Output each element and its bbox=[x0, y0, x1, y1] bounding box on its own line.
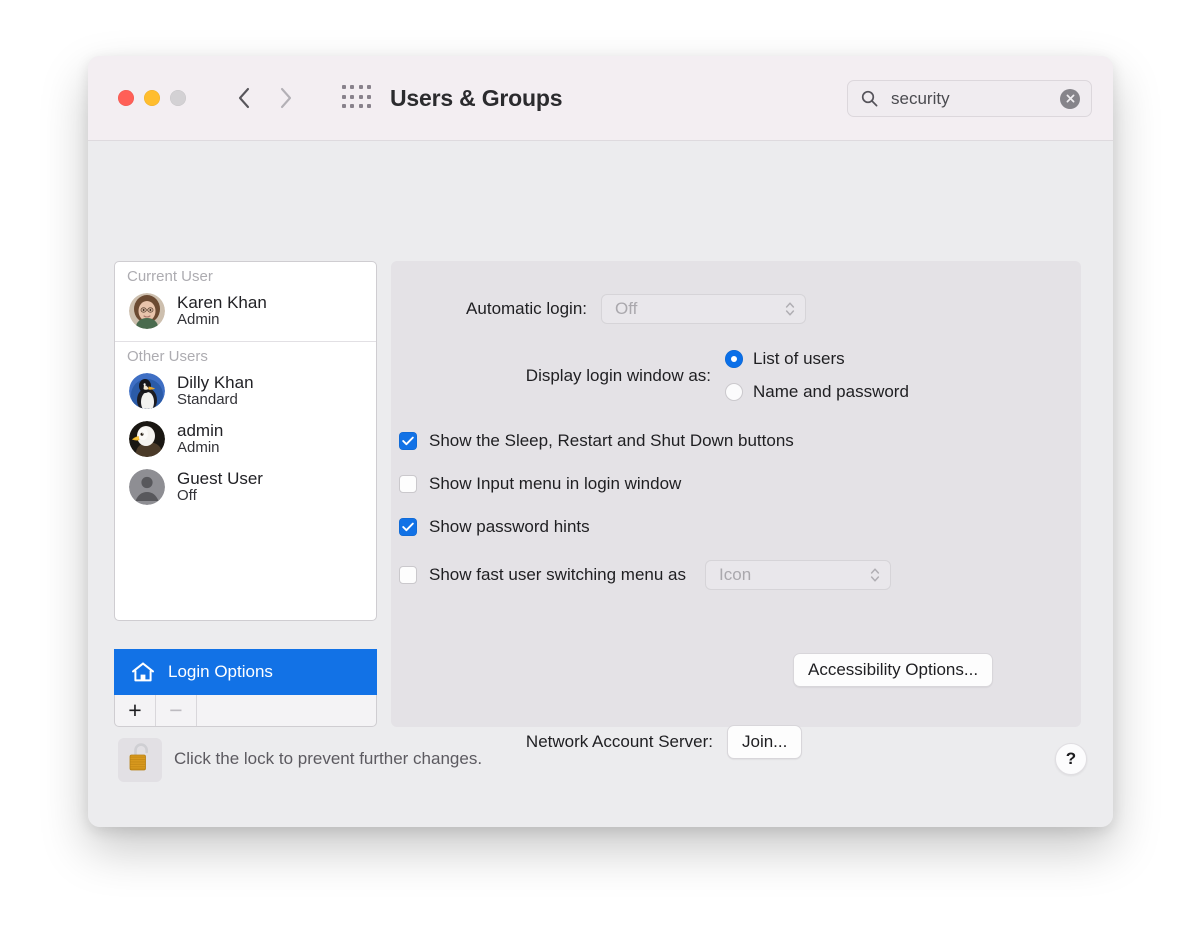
search-icon bbox=[861, 90, 878, 107]
group-header-other-users: Other Users bbox=[115, 342, 376, 367]
search-input-value[interactable]: security bbox=[891, 89, 1060, 109]
user-info: Dilly Khan Standard bbox=[177, 373, 254, 409]
page-title: Users & Groups bbox=[390, 85, 562, 112]
user-name: Karen Khan bbox=[177, 293, 267, 312]
automatic-login-value: Off bbox=[615, 299, 637, 319]
checkbox-sleep-restart-shutdown[interactable]: Show the Sleep, Restart and Shut Down bu… bbox=[399, 431, 794, 451]
user-info: Guest User Off bbox=[177, 469, 263, 505]
checkbox-fast-user-switching[interactable]: Show fast user switching menu as Icon bbox=[399, 560, 891, 590]
user-role: Off bbox=[177, 488, 263, 505]
window-body: Current User bbox=[88, 141, 1113, 827]
user-role: Admin bbox=[177, 440, 223, 457]
checkbox-checked-icon bbox=[399, 518, 417, 536]
list-item[interactable]: admin Admin bbox=[115, 415, 376, 463]
sidebar-item-label: Login Options bbox=[168, 662, 273, 682]
list-item[interactable]: Dilly Khan Standard bbox=[115, 367, 376, 415]
accessibility-options-row: Accessibility Options... bbox=[793, 653, 993, 687]
help-button[interactable]: ? bbox=[1055, 743, 1087, 775]
show-all-preferences-icon[interactable] bbox=[342, 85, 372, 111]
users-list: Current User bbox=[114, 261, 377, 621]
fast-user-switching-dropdown[interactable]: Icon bbox=[705, 560, 891, 590]
user-info: Karen Khan Admin bbox=[177, 293, 267, 329]
list-item[interactable]: Karen Khan Admin bbox=[115, 287, 376, 335]
checkbox-password-hints[interactable]: Show password hints bbox=[399, 517, 590, 537]
unlocked-padlock-icon bbox=[125, 741, 155, 780]
chevron-updown-icon bbox=[869, 566, 881, 584]
forward-chevron-icon[interactable] bbox=[275, 83, 297, 113]
user-role: Standard bbox=[177, 392, 254, 409]
login-options-pane: Automatic login: Off Display login win bbox=[391, 261, 1081, 727]
navigation-arrows bbox=[233, 83, 297, 113]
screen: Users & Groups security bbox=[0, 0, 1200, 941]
sidebar-item-login-options[interactable]: Login Options bbox=[114, 649, 377, 695]
back-chevron-icon[interactable] bbox=[233, 83, 255, 113]
radio-name-and-password[interactable]: Name and password bbox=[725, 382, 909, 402]
checkbox-unchecked-icon bbox=[399, 475, 417, 493]
user-role: Admin bbox=[177, 312, 267, 329]
automatic-login-dropdown[interactable]: Off bbox=[601, 294, 806, 324]
checkbox-label: Show Input menu in login window bbox=[429, 474, 681, 494]
list-item[interactable]: Guest User Off bbox=[115, 463, 376, 511]
checkbox-checked-icon bbox=[399, 432, 417, 450]
close-button[interactable] bbox=[118, 90, 134, 106]
footer-bar: Click the lock to prevent further change… bbox=[88, 712, 1113, 827]
radio-unselected-icon bbox=[725, 383, 743, 401]
automatic-login-row: Automatic login: Off bbox=[391, 294, 871, 324]
display-login-window-row: Display login window as: List of users N… bbox=[391, 349, 909, 402]
automatic-login-label: Automatic login: bbox=[391, 299, 587, 319]
checkbox-label: Show fast user switching menu as bbox=[429, 565, 686, 585]
zoom-button[interactable] bbox=[170, 90, 186, 106]
radio-label: Name and password bbox=[753, 382, 909, 402]
avatar-karen-khan bbox=[129, 293, 165, 329]
lock-message: Click the lock to prevent further change… bbox=[174, 749, 482, 769]
user-group-current: Current User bbox=[115, 262, 376, 335]
window-titlebar: Users & Groups security bbox=[88, 56, 1113, 141]
radio-selected-icon bbox=[725, 350, 743, 368]
checkbox-input-menu[interactable]: Show Input menu in login window bbox=[399, 474, 681, 494]
user-name: admin bbox=[177, 421, 223, 440]
avatar-dilly-khan bbox=[129, 373, 165, 409]
accessibility-options-button[interactable]: Accessibility Options... bbox=[793, 653, 993, 687]
user-name: Guest User bbox=[177, 469, 263, 488]
fast-user-switching-value: Icon bbox=[719, 565, 751, 585]
user-group-other: Other Users bbox=[115, 342, 376, 511]
radio-label: List of users bbox=[753, 349, 845, 369]
user-info: admin Admin bbox=[177, 421, 223, 457]
traffic-light-buttons bbox=[118, 90, 186, 106]
clear-icon[interactable] bbox=[1060, 89, 1080, 109]
avatar-guest-user bbox=[129, 469, 165, 505]
lock-button[interactable] bbox=[118, 738, 162, 782]
display-login-window-radiogroup: List of users Name and password bbox=[725, 349, 909, 402]
group-header-current-user: Current User bbox=[115, 262, 376, 287]
chevron-updown-icon bbox=[784, 300, 796, 318]
display-login-window-label: Display login window as: bbox=[391, 366, 711, 386]
minimize-button[interactable] bbox=[144, 90, 160, 106]
system-preferences-window: Users & Groups security bbox=[88, 56, 1113, 827]
radio-list-of-users[interactable]: List of users bbox=[725, 349, 909, 369]
checkbox-label: Show the Sleep, Restart and Shut Down bu… bbox=[429, 431, 794, 451]
avatar-admin bbox=[129, 421, 165, 457]
checkbox-label: Show password hints bbox=[429, 517, 590, 537]
checkbox-unchecked-icon bbox=[399, 566, 417, 584]
search-field[interactable]: security bbox=[847, 80, 1092, 117]
user-name: Dilly Khan bbox=[177, 373, 254, 392]
home-icon bbox=[131, 661, 155, 683]
